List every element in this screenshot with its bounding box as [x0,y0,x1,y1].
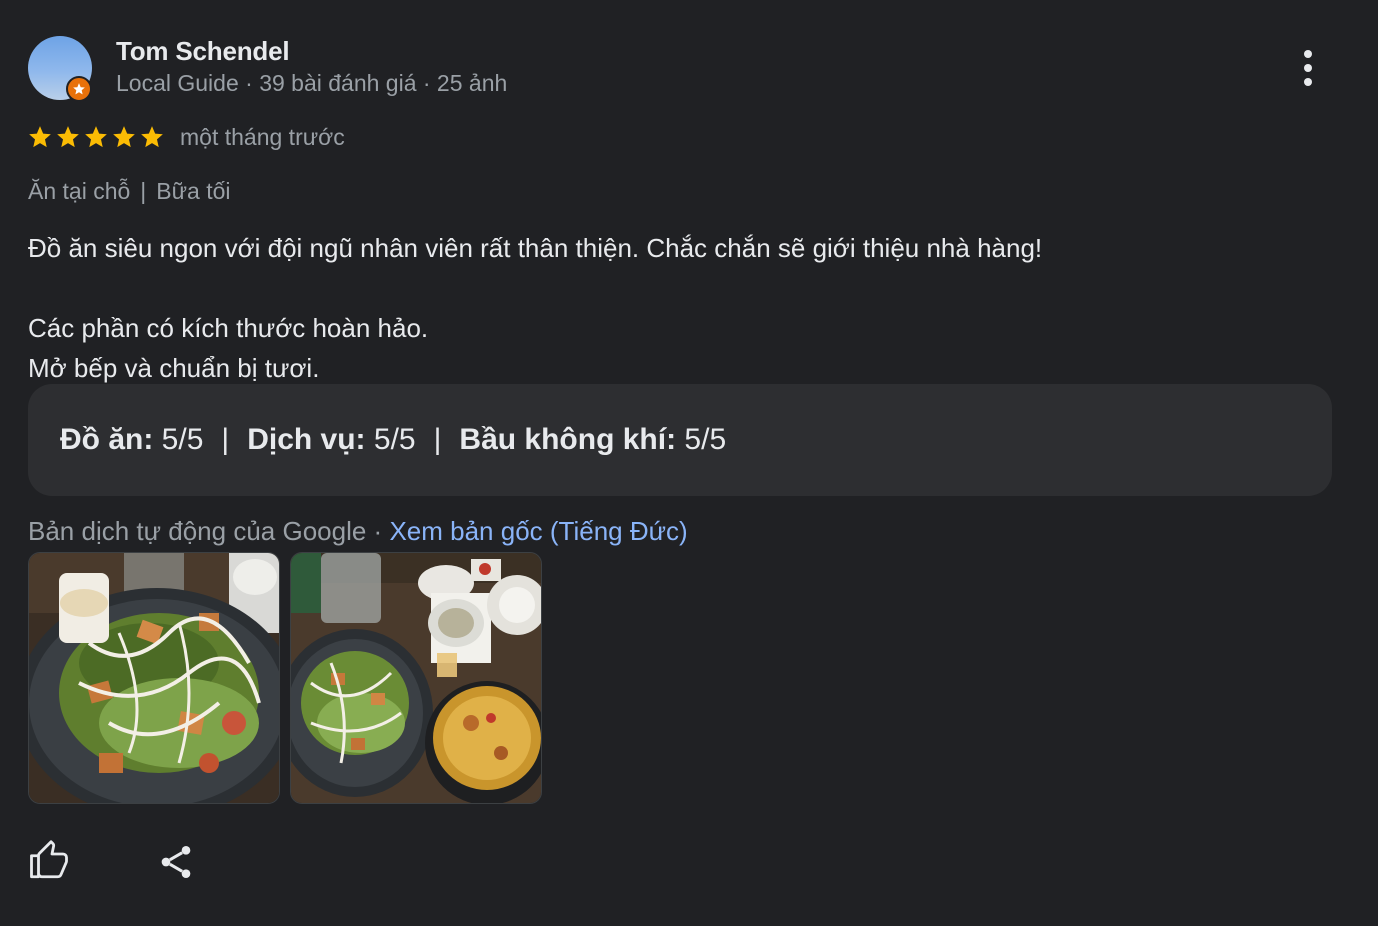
translation-note: Bản dịch tự động của Google · Xem bản gố… [28,516,688,547]
local-guide-star-icon [66,76,92,102]
star-icon [141,126,163,148]
author-meta: Local Guide · 39 bài đánh giá · 25 ảnh [116,70,508,96]
share-button[interactable] [156,842,196,882]
translation-dot: · [373,516,383,546]
star-icon [57,126,79,148]
star-icon [85,126,107,148]
atmosphere-rating-value: 5/5 [684,423,727,456]
more-vert-icon-dot [1304,50,1312,58]
review-photo-salad[interactable] [28,552,280,804]
visit-info: Ăn tại chỗ | Bữa tối [28,178,231,205]
review-card: Tom Schendel Local Guide · 39 bài đánh g… [0,0,1378,926]
review-date: một tháng trước [180,124,345,150]
like-button[interactable] [28,840,70,882]
view-original-link[interactable]: Xem bản gốc (Tiếng Đức) [389,516,687,546]
service-rating-value: 5/5 [373,423,416,456]
meal-type: Bữa tối [156,178,231,204]
more-vert-icon-dot [1304,64,1312,72]
star-icon [29,126,51,148]
food-rating-value: 5/5 [161,423,204,456]
translation-label: Bản dịch tự động của Google [28,516,367,546]
more-vert-icon-dot [1304,78,1312,86]
aspect-ratings: Đồ ăn: 5/5 | Dịch vụ: 5/5 | Bầu không kh… [28,384,1332,496]
author-name[interactable]: Tom Schendel [116,36,290,67]
star-rating [27,124,165,150]
more-options-button[interactable] [1290,46,1326,90]
rating-separator: | [433,423,442,456]
review-text: Đồ ăn siêu ngon với đội ngũ nhân viên rấ… [28,228,1328,388]
review-photo-salad-and-curry[interactable] [290,552,542,804]
food-rating-label: Đồ ăn: [60,423,154,456]
atmosphere-rating-label: Bầu không khí: [459,423,677,456]
star-icon [113,126,135,148]
share-icon [161,846,191,878]
visit-separator: | [140,178,147,204]
service-rating-label: Dịch vụ: [247,423,366,456]
review-line: Mở bếp và chuẩn bị tươi. [28,353,320,383]
service-type: Ăn tại chỗ [28,178,131,204]
rating-separator: | [221,423,230,456]
review-line: Đồ ăn siêu ngon với đội ngũ nhân viên rấ… [28,233,1043,263]
review-line: Các phần có kích thước hoàn hảo. [28,313,429,343]
thumbs-up-icon [30,840,68,879]
